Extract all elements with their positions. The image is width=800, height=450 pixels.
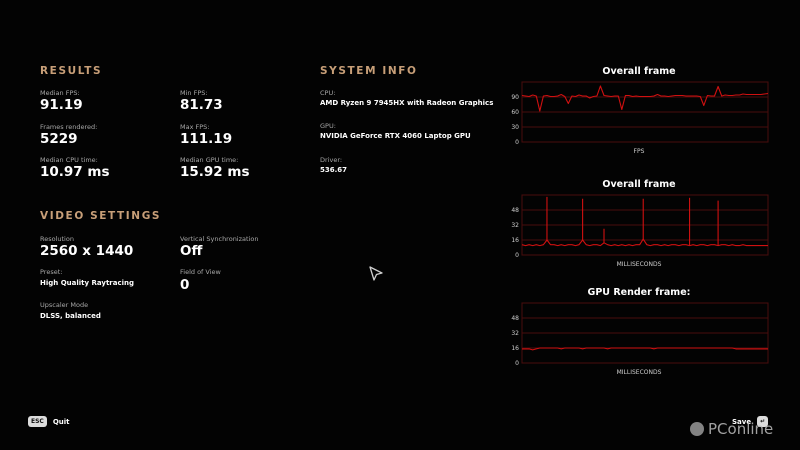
median-fps-label: Median FPS: bbox=[40, 89, 80, 97]
overall-frame-fps-chart: Overall frame 90 60 30 0 FPS bbox=[508, 66, 770, 155]
driver-value: 536.67 bbox=[320, 166, 348, 174]
vsync-label: Vertical Synchronization bbox=[180, 235, 259, 243]
chart-xlabel: MILLISECONDS bbox=[616, 369, 662, 376]
median-cpu-label: Median CPU time: bbox=[40, 156, 98, 164]
median-cpu-value: 10.97 ms bbox=[40, 164, 110, 180]
y-tick-label: 30 bbox=[511, 124, 519, 131]
y-tick-label: 0 bbox=[515, 252, 519, 259]
frame-time-line-chart: 48 32 16 0 bbox=[511, 194, 769, 259]
chart-title: Overall frame bbox=[602, 179, 676, 190]
video-settings-heading: VIDEO SETTINGS bbox=[40, 210, 162, 222]
chart-xlabel: FPS bbox=[633, 148, 645, 155]
y-tick-label: 16 bbox=[511, 237, 519, 244]
watermark-text: PConline bbox=[708, 420, 774, 438]
upscaler-value: DLSS, balanced bbox=[40, 312, 101, 320]
chart-xlabel: MILLISECONDS bbox=[616, 261, 662, 268]
gpu-label: GPU: bbox=[320, 122, 336, 130]
y-tick-label: 16 bbox=[511, 345, 519, 352]
cpu-value: AMD Ryzen 9 7945HX with Radeon Graphics bbox=[320, 99, 494, 107]
y-tick-label: 32 bbox=[511, 222, 519, 229]
gpu-render-frame-chart: GPU Render frame: 48 32 16 0 MILLISECONDS bbox=[508, 287, 770, 376]
frames-rendered-value: 5229 bbox=[40, 131, 78, 147]
chart-title: GPU Render frame: bbox=[587, 287, 691, 298]
y-tick-label: 48 bbox=[511, 315, 519, 322]
frames-rendered-label: Frames rendered: bbox=[40, 123, 98, 131]
watermark-logo-icon bbox=[690, 422, 704, 436]
max-fps-value: 111.19 bbox=[180, 131, 233, 147]
cpu-label: CPU: bbox=[320, 89, 336, 97]
max-fps-label: Max FPS: bbox=[180, 123, 210, 131]
y-tick-label: 32 bbox=[511, 330, 519, 337]
preset-value: High Quality Raytracing bbox=[40, 279, 135, 287]
min-fps-value: 81.73 bbox=[180, 97, 223, 113]
median-gpu-value: 15.92 ms bbox=[180, 164, 250, 180]
series-line bbox=[522, 347, 768, 351]
esc-key-icon: ESC bbox=[28, 416, 47, 427]
fov-value: 0 bbox=[180, 277, 190, 293]
fov-label: Field of View bbox=[180, 268, 221, 276]
y-tick-label: 90 bbox=[511, 94, 519, 101]
quit-button[interactable]: ESC Quit bbox=[28, 416, 70, 427]
vsync-value: Off bbox=[180, 243, 203, 259]
y-tick-label: 48 bbox=[511, 207, 519, 214]
system-info-heading: SYSTEM INFO bbox=[320, 65, 418, 77]
fps-line-chart: 90 60 30 0 bbox=[511, 81, 769, 146]
y-tick-label: 0 bbox=[515, 139, 519, 146]
resolution-label: Resolution bbox=[40, 235, 74, 243]
driver-label: Driver: bbox=[320, 156, 343, 164]
chart-title: Overall frame bbox=[602, 66, 676, 77]
gpu-value: NVIDIA GeForce RTX 4060 Laptop GPU bbox=[320, 132, 471, 140]
median-gpu-label: Median GPU time: bbox=[180, 156, 239, 164]
min-fps-label: Min FPS: bbox=[180, 89, 208, 97]
resolution-value: 2560 x 1440 bbox=[40, 243, 134, 259]
median-fps-value: 91.19 bbox=[40, 97, 83, 113]
overall-frame-ms-chart: Overall frame 48 32 16 0 MILLISECONDS bbox=[508, 179, 770, 268]
series-line bbox=[521, 85, 769, 112]
mouse-cursor-icon bbox=[369, 266, 383, 281]
y-tick-label: 60 bbox=[511, 109, 519, 116]
results-heading: RESULTS bbox=[40, 65, 103, 77]
gpu-time-line-chart: 48 32 16 0 bbox=[511, 302, 769, 367]
y-tick-label: 0 bbox=[515, 360, 519, 367]
watermark: PConline bbox=[690, 420, 773, 438]
upscaler-label: Upscaler Mode bbox=[40, 301, 89, 309]
preset-label: Preset: bbox=[40, 268, 63, 276]
quit-label: Quit bbox=[52, 417, 70, 426]
